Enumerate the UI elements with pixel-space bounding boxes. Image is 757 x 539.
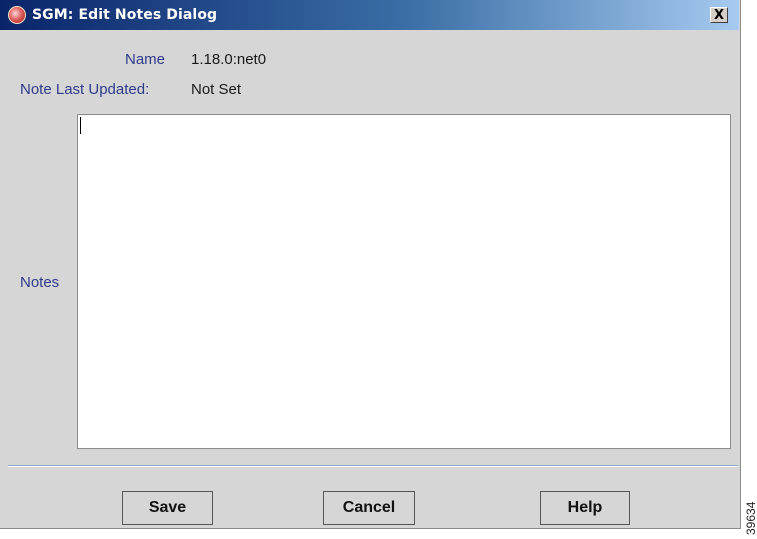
title-bar[interactable]: SGM: Edit Notes Dialog X — [0, 0, 739, 30]
note-last-updated-value: Not Set — [191, 81, 242, 98]
name-label: Name — [125, 51, 166, 68]
button-divider — [8, 465, 738, 467]
window-title: SGM: Edit Notes Dialog — [32, 7, 218, 23]
name-value: 1.18.0:net0 — [191, 51, 267, 68]
close-icon: X — [713, 7, 725, 23]
help-button[interactable]: Help — [540, 491, 630, 525]
cancel-button[interactable]: Cancel — [323, 491, 415, 525]
note-last-updated-label: Note Last Updated: — [20, 81, 150, 98]
text-caret — [80, 117, 81, 134]
sgm-app-icon — [8, 6, 26, 24]
figure-code: 39634 — [744, 501, 757, 535]
edit-notes-dialog: SGM: Edit Notes Dialog X Name 1.18.0:net… — [0, 0, 741, 529]
close-button[interactable]: X — [710, 7, 728, 23]
notes-textarea[interactable] — [77, 114, 731, 449]
notes-label: Notes — [20, 274, 60, 291]
save-button[interactable]: Save — [122, 491, 213, 525]
